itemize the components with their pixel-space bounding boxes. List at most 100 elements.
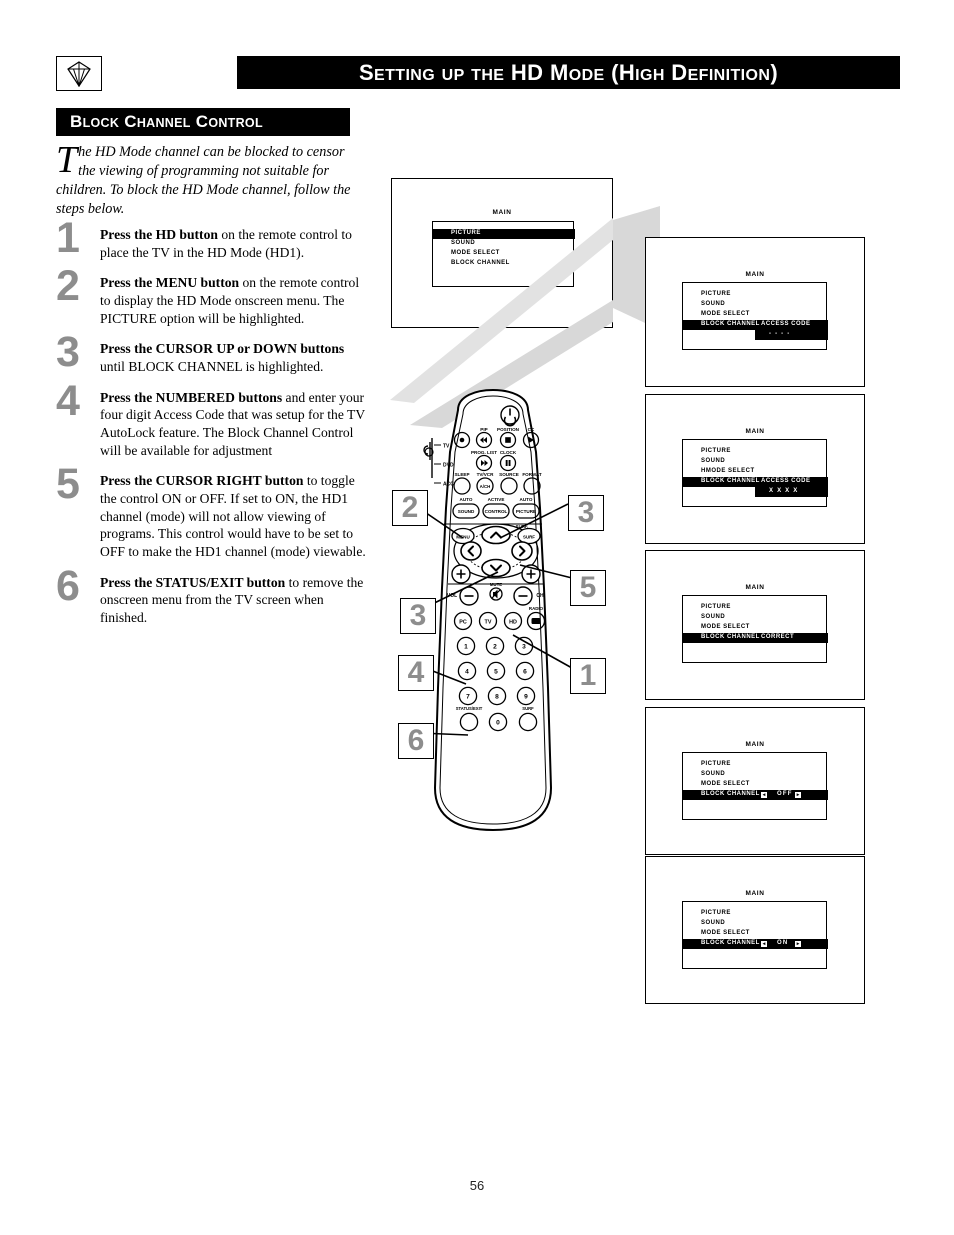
- osd-menu-item[interactable]: MODE SELECT: [701, 624, 750, 631]
- svg-text:TV/VCR: TV/VCR: [477, 472, 495, 477]
- step-text: Press the CURSOR RIGHT button to toggle …: [100, 473, 366, 560]
- osd-menu-item[interactable]: PICTURE: [701, 604, 731, 611]
- osd-menu-item[interactable]: MODE SELECT: [701, 930, 750, 937]
- osd-menu-item[interactable]: PICTURE: [701, 291, 731, 298]
- svg-text:DVD: DVD: [443, 463, 454, 469]
- step-text: Press the CURSOR UP or DOWN buttons unti…: [100, 341, 345, 375]
- osd-left-arrow-icon[interactable]: ◂: [761, 940, 767, 947]
- svg-text:STATUS/EXIT: STATUS/EXIT: [456, 706, 483, 711]
- osd-title: MAIN: [745, 271, 765, 278]
- step-number: 4: [56, 376, 80, 425]
- osd-menu-item[interactable]: BLOCK CHANNEL: [701, 940, 760, 947]
- osd-menu-item[interactable]: SOUND: [701, 458, 725, 465]
- section-title-bar: BLOCK CHANNEL CONTROL: [56, 108, 350, 136]
- svg-text:VOL: VOL: [447, 593, 457, 599]
- osd-menu-panel: PICTURE SOUND MODE SELECT BLOCK CHANNEL ACCE…: [682, 282, 828, 350]
- osd-value: - - - -: [769, 331, 791, 337]
- svg-text:PROG. LIST: PROG. LIST: [471, 450, 497, 455]
- tv-screen-panel-1: MAIN PICTURE SOUND MODE SELECT BLOCK CHANNEL…: [645, 237, 865, 387]
- svg-text:TV: TV: [485, 620, 492, 626]
- osd-value-label: ACCESS CODE: [761, 478, 811, 484]
- osd-value: X X X X: [769, 488, 799, 494]
- step-5: 5 Press the CURSOR RIGHT button to toggle…: [56, 463, 366, 560]
- osd-menu-panel: PICTURE SOUND HMODE SELECT BLOCK CHANNEL ACC…: [682, 439, 828, 507]
- callout-marker-5: 5: [570, 570, 606, 606]
- svg-text:TV: TV: [443, 444, 450, 450]
- svg-text:2: 2: [493, 644, 497, 651]
- svg-text:AUTO: AUTO: [460, 497, 473, 502]
- svg-text:HD: HD: [509, 620, 517, 626]
- osd-menu-item[interactable]: BLOCK CHANNEL: [701, 791, 760, 798]
- osd-menu-item[interactable]: SOUND: [701, 771, 725, 778]
- step-number: 1: [56, 214, 80, 262]
- osd-highlight-bar-value: [755, 329, 828, 340]
- osd-menu-item[interactable]: SOUND: [701, 920, 725, 927]
- svg-text:ACC: ACC: [443, 482, 454, 488]
- osd-title: MAIN: [745, 428, 765, 435]
- osd-right-arrow-icon[interactable]: ▸: [795, 791, 801, 798]
- osd-menu-item[interactable]: HMODE SELECT: [701, 468, 755, 475]
- callout-marker-2: 2: [392, 490, 428, 526]
- step-number: 2: [56, 262, 80, 311]
- osd-menu-item[interactable]: MODE SELECT: [701, 781, 750, 788]
- step-text: Press the HD button on the remote contro…: [100, 227, 352, 260]
- osd-title: MAIN: [745, 890, 765, 897]
- osd-menu-item[interactable]: PICTURE: [701, 761, 731, 768]
- page-number: 56: [469, 1178, 485, 1193]
- callout-marker-3: 3: [568, 495, 604, 531]
- step-action-label: Press the CURSOR RIGHT button: [100, 473, 304, 489]
- svg-text:PIP: PIP: [480, 427, 487, 432]
- svg-text:SOURCE: SOURCE: [499, 472, 519, 477]
- svg-text:FORMAT: FORMAT: [522, 472, 541, 477]
- step-action-label: Press the MENU button: [100, 275, 240, 291]
- step-action-label: Press the HD button: [100, 227, 218, 242]
- svg-text:AUTO: AUTO: [520, 497, 533, 502]
- tv-screen-panel-3: MAIN PICTURE SOUND MODE SELECT BLOCK CHANNEL…: [645, 550, 865, 700]
- svg-text:MENU: MENU: [456, 535, 470, 540]
- svg-text:CONTROL: CONTROL: [485, 509, 508, 514]
- svg-text:3: 3: [522, 644, 526, 651]
- step-number: 3: [56, 328, 80, 377]
- callout-marker-1: 1: [570, 658, 606, 694]
- svg-text:SURF: SURF: [523, 535, 535, 540]
- osd-value: OFF: [777, 791, 793, 797]
- page-title: SETTING UP THE HD MODE (HIGH DEFINITION): [358, 59, 779, 85]
- step-action-label: Press the STATUS/EXIT button: [100, 574, 286, 590]
- step-number: 5: [56, 460, 80, 509]
- osd-right-arrow-icon[interactable]: ▸: [795, 940, 801, 947]
- step-1: 1 Press the HD button on the remote contr…: [56, 217, 366, 261]
- svg-text:ACTIVE: ACTIVE: [488, 497, 505, 502]
- osd-menu-item[interactable]: SOUND: [701, 614, 725, 621]
- osd-left-arrow-icon[interactable]: ◂: [761, 791, 767, 798]
- svg-text:MUTE: MUTE: [490, 582, 503, 587]
- intro-text: he HD Mode channel can be blocked to cen…: [56, 144, 351, 217]
- step-6: 6 Press the STATUS/EXIT button to remove …: [56, 564, 366, 627]
- svg-text:7: 7: [466, 694, 470, 701]
- osd-menu-item[interactable]: SOUND: [701, 301, 725, 308]
- osd-menu-item[interactable]: PICTURE: [701, 448, 731, 455]
- steps-list: 1 Press the HD button on the remote contr…: [56, 217, 366, 640]
- svg-text:PICTURE: PICTURE: [516, 509, 536, 514]
- osd-menu-panel: PICTURE SOUND MODE SELECT BLOCK CHANNEL CORR…: [682, 595, 828, 663]
- osd-menu-panel: PICTURE SOUND MODE SELECT BLOCK CHANNEL ON ◂ ▸: [682, 901, 828, 969]
- osd-menu-item[interactable]: BLOCK CHANNEL: [701, 478, 760, 485]
- osd-menu-item[interactable]: PICTURE: [701, 910, 731, 917]
- step-text: Press the MENU button on the remote cont…: [100, 275, 360, 326]
- section-title: BLOCK CHANNEL CONTROL: [70, 112, 263, 131]
- step-action-label: Press the CURSOR UP or DOWN buttons: [100, 341, 345, 357]
- step-action-label: Press the NUMBERED buttons: [100, 389, 283, 405]
- tv-screen-panel-2: MAIN PICTURE SOUND HMODE SELECT BLOCK CHANNE…: [645, 394, 865, 544]
- intro-paragraph: The HD Mode channel can be blocked to ce…: [56, 141, 364, 219]
- svg-text:A/CH: A/CH: [480, 484, 491, 489]
- osd-menu-item[interactable]: BLOCK CHANNEL: [701, 634, 760, 641]
- osd-menu-item[interactable]: BLOCK CHANNEL: [701, 321, 760, 328]
- philips-shield-icon: [56, 56, 102, 91]
- osd-title: MAIN: [745, 741, 765, 748]
- svg-text:PC: PC: [459, 620, 467, 626]
- svg-text:8: 8: [495, 694, 499, 701]
- osd-menu-item[interactable]: MODE SELECT: [701, 311, 750, 318]
- svg-text:6: 6: [523, 669, 527, 676]
- osd-value: ON: [777, 940, 789, 946]
- callout-marker-4: 4: [398, 655, 434, 691]
- svg-text:CLOCK: CLOCK: [500, 450, 517, 455]
